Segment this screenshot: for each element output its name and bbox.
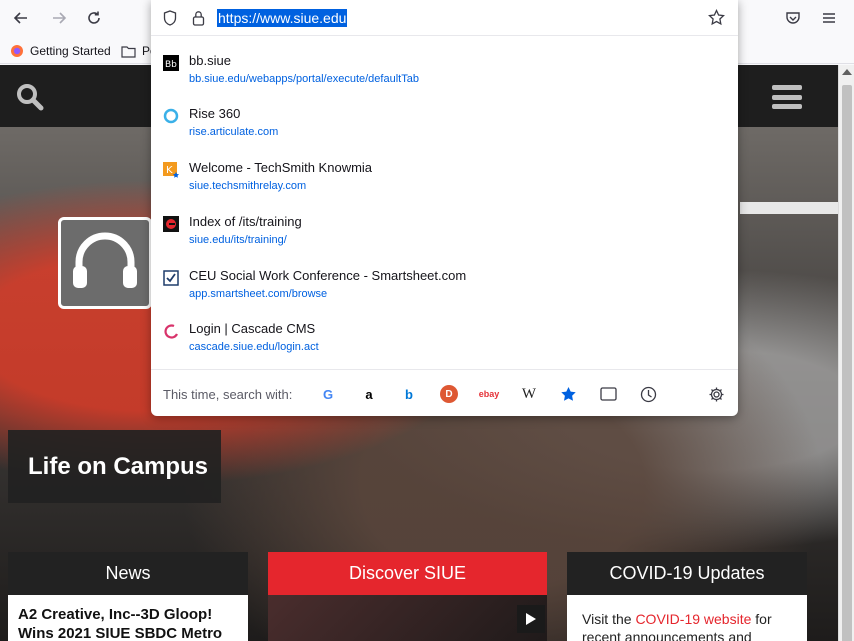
pocket-icon bbox=[786, 12, 800, 24]
one-off-search-bar: This time, search with: G a b D ebay W bbox=[151, 369, 738, 416]
address-bar-dropdown: https://www.siue.edu Bb bb.siue bb.siue.… bbox=[151, 0, 738, 416]
suggestion-title: Rise 360 bbox=[189, 106, 241, 121]
ceiling-light bbox=[740, 202, 838, 214]
url-input[interactable]: https://www.siue.edu bbox=[217, 9, 348, 27]
play-icon bbox=[526, 613, 536, 625]
news-card[interactable]: News A2 Creative, Inc--3D Gloop! Wins 20… bbox=[8, 552, 248, 641]
suggestion-item[interactable]: CEU Social Work Conference - Smartsheet.… bbox=[151, 264, 738, 314]
google-icon[interactable]: G bbox=[319, 385, 337, 403]
suggestion-item[interactable]: Login | Cascade CMS cascade.siue.edu/log… bbox=[151, 317, 738, 367]
search-with-label: This time, search with: bbox=[163, 387, 293, 402]
suggestion-title: Index of /its/training bbox=[189, 214, 302, 229]
folder-icon bbox=[121, 45, 136, 58]
bookmarks-search-icon[interactable] bbox=[559, 385, 577, 403]
life-on-campus-label[interactable]: Life on Campus bbox=[8, 430, 221, 503]
firefox-icon bbox=[11, 45, 23, 57]
suggestion-title: Login | Cascade CMS bbox=[189, 321, 316, 336]
bookmark-label: Getting Started bbox=[30, 44, 111, 58]
arrow-right-icon bbox=[53, 12, 67, 24]
reload-icon bbox=[88, 11, 100, 24]
suggestion-url: siue.edu/its/training/ bbox=[189, 234, 287, 246]
suggestion-url: siue.techsmithrelay.com bbox=[189, 180, 307, 192]
search-icon[interactable] bbox=[16, 83, 44, 111]
suggestion-title: bb.siue bbox=[189, 53, 231, 68]
card-body: A2 Creative, Inc--3D Gloop! Wins 2021 SI… bbox=[8, 595, 248, 641]
tabs-search-icon[interactable] bbox=[599, 385, 617, 403]
history-search-icon[interactable] bbox=[639, 385, 657, 403]
suggestion-url: app.smartsheet.com/browse bbox=[189, 288, 328, 300]
knowmia-icon: K bbox=[163, 162, 179, 178]
suggestion-url: cascade.siue.edu/login.act bbox=[189, 341, 319, 353]
pocket-button[interactable] bbox=[780, 6, 806, 30]
scroll-thumb[interactable] bbox=[842, 85, 852, 641]
video-thumbnail[interactable] bbox=[268, 595, 547, 641]
scroll-up-icon[interactable] bbox=[842, 69, 852, 75]
gear-icon bbox=[709, 387, 723, 401]
search-settings-button[interactable] bbox=[707, 385, 725, 403]
bookmark-getting-started[interactable]: Getting Started bbox=[10, 42, 111, 60]
card-heading: Discover SIUE bbox=[268, 552, 547, 595]
news-headline[interactable]: A2 Creative, Inc--3D Gloop! Wins 2021 SI… bbox=[18, 605, 238, 641]
lock-icon[interactable] bbox=[192, 10, 205, 26]
arrow-left-icon bbox=[13, 12, 27, 24]
tab-icon bbox=[599, 387, 617, 401]
reload-button[interactable] bbox=[81, 6, 107, 30]
discover-card[interactable]: Discover SIUE bbox=[268, 552, 547, 641]
svg-text:Bb: Bb bbox=[165, 60, 177, 70]
amazon-icon[interactable]: a bbox=[360, 385, 378, 403]
clock-icon bbox=[640, 386, 656, 402]
page-scrollbar[interactable] bbox=[838, 65, 854, 641]
star-filled-icon bbox=[560, 386, 576, 401]
card-body: Visit the COVID-19 website for recent an… bbox=[567, 595, 807, 641]
covid-text: Visit the bbox=[582, 611, 636, 627]
star-icon[interactable] bbox=[708, 9, 725, 26]
covid-website-link[interactable]: COVID-19 website bbox=[635, 611, 751, 627]
svg-text:K: K bbox=[166, 165, 173, 176]
card-heading: COVID-19 Updates bbox=[567, 552, 807, 595]
back-button[interactable] bbox=[8, 6, 34, 30]
suggestion-item[interactable]: Index of /its/training siue.edu/its/trai… bbox=[151, 210, 738, 260]
headset-icon bbox=[73, 232, 137, 288]
blackboard-icon: Bb bbox=[163, 55, 179, 71]
card-heading: News bbox=[8, 552, 248, 595]
rise-icon bbox=[163, 108, 179, 124]
suggestion-item[interactable]: K Welcome - TechSmith Knowmia siue.techs… bbox=[151, 156, 738, 206]
suggestion-title: Welcome - TechSmith Knowmia bbox=[189, 160, 373, 175]
ebay-icon[interactable]: ebay bbox=[478, 385, 500, 403]
shield-icon[interactable] bbox=[163, 10, 177, 26]
suggestion-item[interactable]: Rise 360 rise.articulate.com bbox=[151, 102, 738, 152]
menu-button[interactable] bbox=[816, 6, 842, 30]
covid-card[interactable]: COVID-19 Updates Visit the COVID-19 webs… bbox=[567, 552, 807, 641]
headset-sign bbox=[58, 217, 152, 309]
suggestion-title: CEU Social Work Conference - Smartsheet.… bbox=[189, 268, 467, 283]
play-button[interactable] bbox=[517, 605, 545, 633]
suggestion-url: bb.siue.edu/webapps/portal/execute/defau… bbox=[189, 73, 419, 85]
hamburger-icon bbox=[823, 13, 835, 23]
smartsheet-icon bbox=[163, 270, 179, 286]
siue-icon bbox=[163, 216, 179, 232]
cascade-icon bbox=[164, 324, 178, 339]
bing-icon[interactable]: b bbox=[400, 385, 418, 403]
address-bar[interactable]: https://www.siue.edu bbox=[151, 0, 738, 36]
wikipedia-icon[interactable]: W bbox=[520, 385, 538, 403]
forward-button[interactable] bbox=[46, 6, 72, 30]
suggestion-item[interactable]: Bb bb.siue bb.siue.edu/webapps/portal/ex… bbox=[151, 49, 738, 99]
duckduckgo-icon[interactable]: D bbox=[440, 385, 458, 403]
site-menu-icon[interactable] bbox=[772, 85, 802, 109]
suggestion-url: rise.articulate.com bbox=[189, 126, 279, 138]
